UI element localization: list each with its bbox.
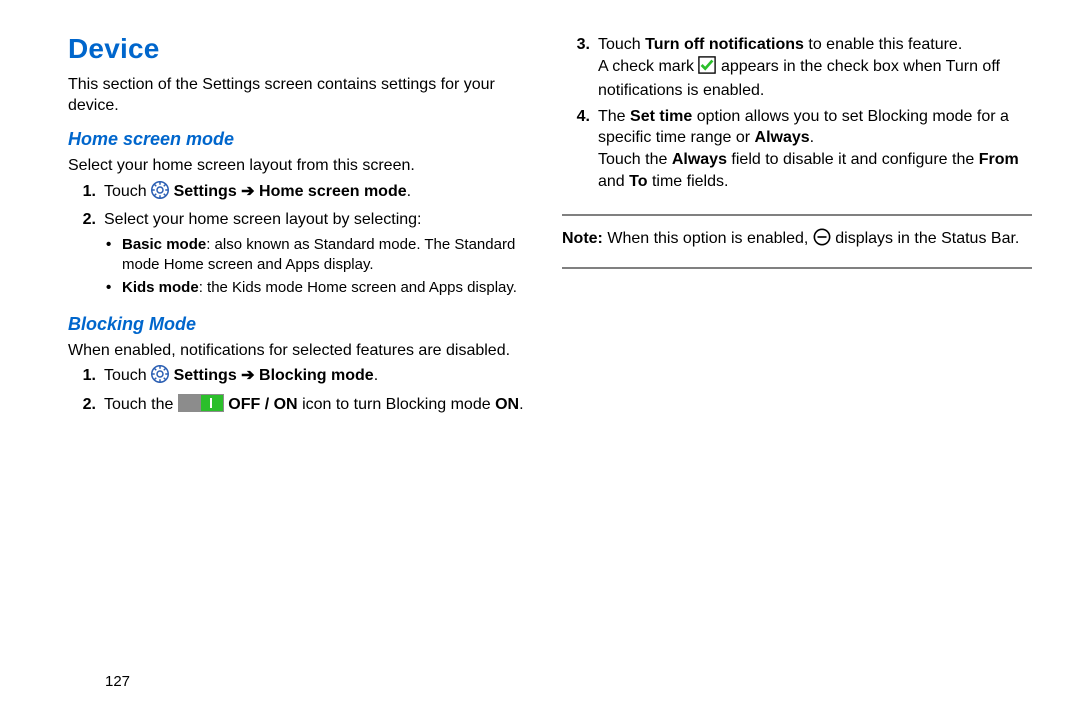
divider-line xyxy=(562,257,1032,279)
blocking-step-2: 2. Touch the OFF / ON icon to turn Block… xyxy=(68,394,530,419)
followup-text: time fields. xyxy=(648,173,729,190)
home-screen-mode-label: Home screen mode xyxy=(259,183,407,200)
note-text-tail: displays in the Status Bar. xyxy=(835,230,1019,247)
step-number: 1. xyxy=(68,181,104,203)
blocking-mode-label: Blocking mode xyxy=(259,367,374,384)
on-label: ON xyxy=(495,396,519,413)
step-number: 3. xyxy=(562,34,598,56)
settings-label: Settings xyxy=(174,183,237,200)
home-modes-list: Basic mode: also known as Standard mode.… xyxy=(104,235,530,298)
manual-page: Device This section of the Settings scre… xyxy=(0,0,1080,720)
basic-mode-bullet: Basic mode: also known as Standard mode.… xyxy=(104,235,530,274)
home-step-1: 1. Touch xyxy=(68,181,530,206)
blocking-step-3: 3. Touch Turn off notifications to enabl… xyxy=(562,34,1032,102)
step-text: Touch xyxy=(598,36,645,53)
off-on-label: OFF / ON xyxy=(228,396,297,413)
settings-label: Settings xyxy=(174,367,237,384)
always-label: Always xyxy=(755,129,810,146)
page-title: Device xyxy=(68,30,530,68)
note-label: Note: xyxy=(562,230,603,247)
kids-mode-bullet: Kids mode: the Kids mode Home screen and… xyxy=(104,278,530,298)
followup-text: and xyxy=(598,173,629,190)
step-text-tail: to enable this feature. xyxy=(804,36,962,53)
blocking-mode-status-icon xyxy=(813,228,831,253)
followup-text: A check mark xyxy=(598,58,698,75)
step-text: The xyxy=(598,108,630,125)
basic-mode-label: Basic mode xyxy=(122,236,206,253)
from-label: From xyxy=(979,151,1019,168)
page-number: 127 xyxy=(105,673,130,690)
intro-text: This section of the Settings screen cont… xyxy=(68,74,530,117)
right-column: 3. Touch Turn off notifications to enabl… xyxy=(562,30,1032,700)
arrow-icon: ➔ xyxy=(237,183,259,200)
blocking-step-4: 4. The Set time option allows you to set… xyxy=(562,106,1032,192)
always-label: Always xyxy=(672,151,727,168)
note-text: When this option is enabled, xyxy=(603,230,813,247)
home-steps: 1. Touch xyxy=(68,181,530,302)
toggle-on-icon xyxy=(178,394,224,419)
step-text: Touch xyxy=(104,367,151,384)
followup-text: field to disable it and configure the xyxy=(727,151,979,168)
step-number: 4. xyxy=(562,106,598,128)
turn-off-notifications-label: Turn off notifications xyxy=(645,36,804,53)
left-column: Device This section of the Settings scre… xyxy=(68,30,530,700)
settings-gear-icon xyxy=(151,365,169,390)
step-text: Touch the xyxy=(104,396,178,413)
step-text: Touch xyxy=(104,183,151,200)
step-number: 1. xyxy=(68,365,104,387)
blocking-steps-right: 3. Touch Turn off notifications to enabl… xyxy=(562,34,1032,192)
blocking-steps-left: 1. Touch xyxy=(68,365,530,418)
kids-mode-desc: : the Kids mode Home screen and Apps dis… xyxy=(199,279,517,296)
home-lead-text: Select your home screen layout from this… xyxy=(68,155,530,177)
kids-mode-label: Kids mode xyxy=(122,279,199,296)
blocking-step-1: 1. Touch xyxy=(68,365,530,390)
step-text: Select your home screen layout by select… xyxy=(104,211,422,228)
home-screen-mode-heading: Home screen mode xyxy=(68,127,530,151)
to-label: To xyxy=(629,173,647,190)
arrow-icon: ➔ xyxy=(237,367,259,384)
set-time-label: Set time xyxy=(630,108,692,125)
divider-line xyxy=(562,204,1032,226)
settings-gear-icon xyxy=(151,181,169,206)
note-paragraph: Note: When this option is enabled, displ… xyxy=(562,228,1032,253)
step-number: 2. xyxy=(68,394,104,416)
checkmark-box-icon xyxy=(698,56,716,81)
home-step-2: 2. Select your home screen layout by sel… xyxy=(68,209,530,301)
followup-text: Touch the xyxy=(598,151,672,168)
blocking-mode-heading: Blocking Mode xyxy=(68,312,530,336)
step-text-tail: icon to turn Blocking mode xyxy=(302,396,495,413)
blocking-lead-text: When enabled, notifications for selected… xyxy=(68,340,530,362)
step-number: 2. xyxy=(68,209,104,231)
